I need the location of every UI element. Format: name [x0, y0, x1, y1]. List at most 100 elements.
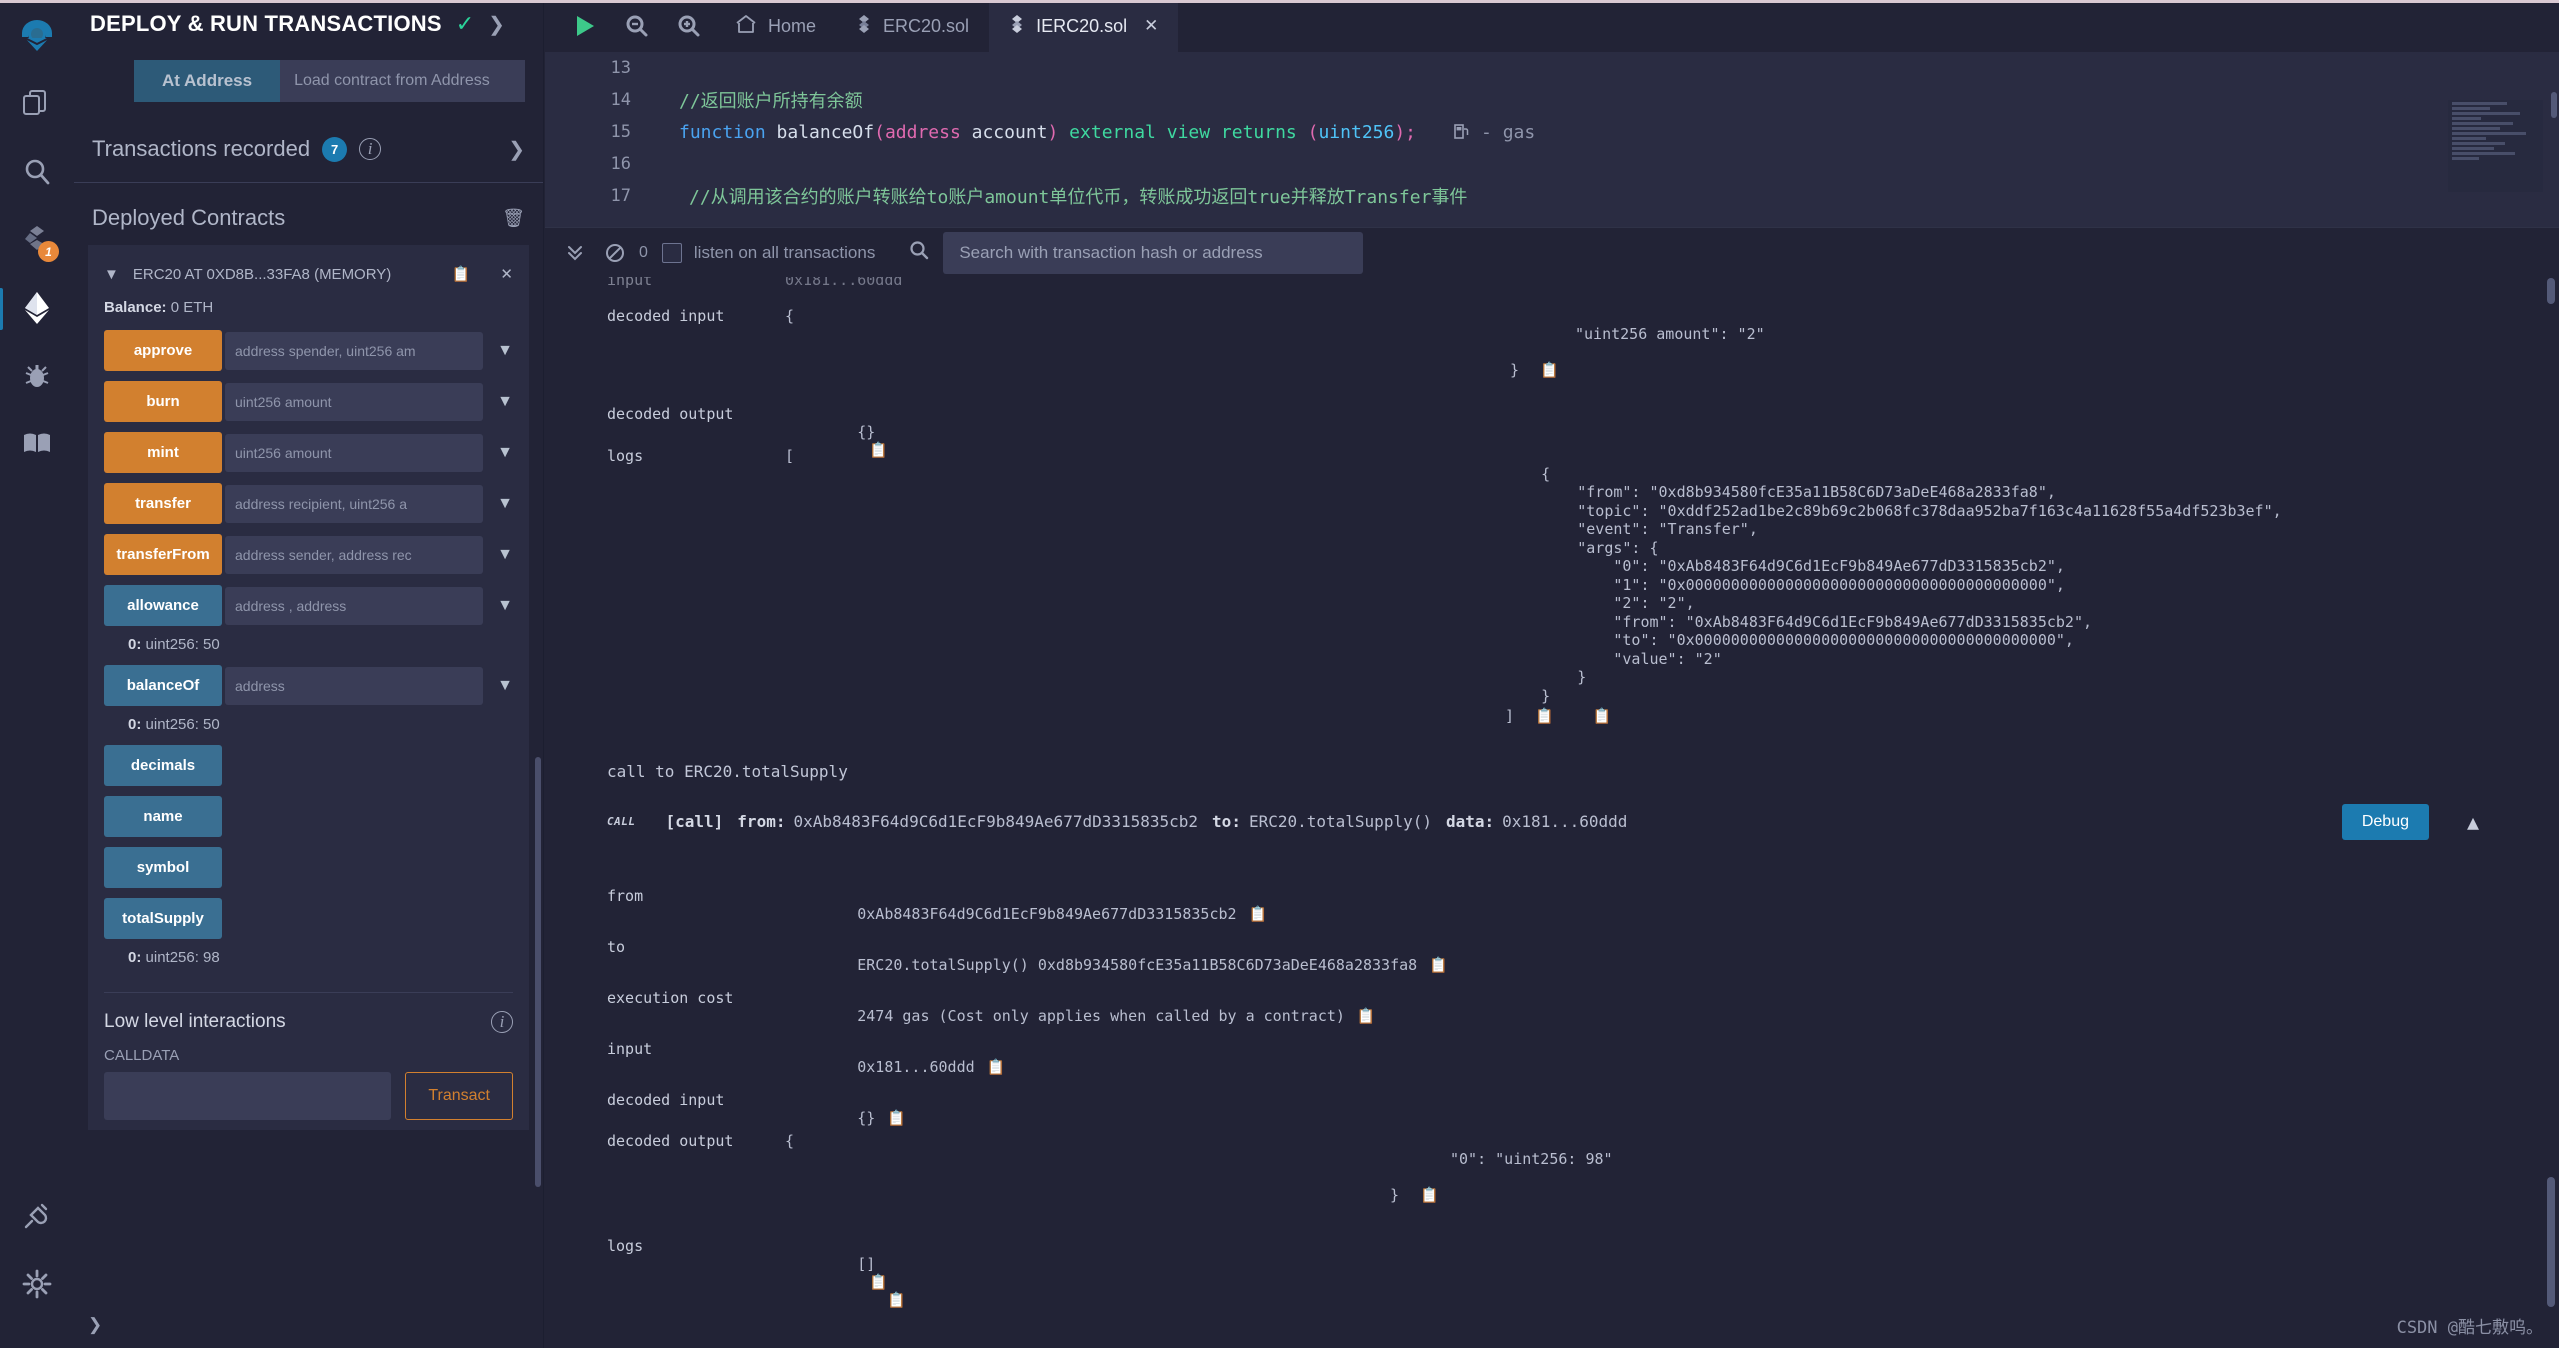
burn-button[interactable]: burn — [104, 381, 222, 422]
balanceof-expand-icon[interactable]: ▼ — [497, 677, 513, 695]
play-icon[interactable] — [559, 0, 611, 52]
solidity-compiler-icon[interactable]: 1 — [11, 214, 63, 266]
solidity-icon — [856, 14, 872, 39]
transactions-recorded-row[interactable]: Transactions recorded 7 i ❯ — [74, 120, 543, 183]
info-icon[interactable]: i — [359, 138, 382, 160]
function-row-mint: mint ▼ — [88, 432, 529, 483]
allowance-expand-icon[interactable]: ▼ — [497, 597, 513, 615]
tx1-decoded-output-row: decoded output {} 📋 — [545, 405, 888, 477]
debugger-icon[interactable] — [11, 350, 63, 402]
burn-expand-icon[interactable]: ▼ — [497, 393, 513, 411]
file-explorer-icon[interactable] — [11, 78, 63, 130]
panel-expand-icon[interactable]: ❯ — [88, 1315, 102, 1335]
allowance-button[interactable]: allowance — [104, 585, 222, 626]
copy-icon[interactable]: 📋 — [1420, 1186, 1439, 1204]
transferfrom-input[interactable] — [225, 535, 483, 574]
transfer-button[interactable]: transfer — [104, 483, 222, 524]
transferfrom-expand-icon[interactable]: ▼ — [497, 546, 513, 564]
allowance-result-index: 0: — [128, 636, 142, 653]
call-tag: CALL — [607, 815, 636, 828]
debug-button[interactable]: Debug — [2341, 803, 2429, 840]
terminal-scrollbar-top[interactable] — [2547, 278, 2555, 304]
zoom-out-icon[interactable] — [611, 0, 663, 52]
approve-button[interactable]: approve — [104, 330, 222, 371]
transact-button[interactable]: Transact — [405, 1072, 513, 1120]
copy-icon[interactable]: 📋 — [869, 441, 888, 459]
editor-lines: 13 14 //返回账户所持有余额 15 function balanceOf(… — [545, 52, 2559, 212]
decimals-button[interactable]: decimals — [104, 745, 222, 786]
listen-all-transactions-checkbox[interactable] — [661, 242, 682, 263]
code-editor[interactable]: 13 14 //返回账户所持有余额 15 function balanceOf(… — [545, 52, 2559, 227]
terminal-toolbar: 0 listen on all transactions — [545, 227, 2559, 277]
editor-scrollbar[interactable] — [2551, 92, 2557, 118]
double-chevron-down-icon[interactable] — [555, 233, 595, 273]
chevron-down-icon[interactable]: ▼ — [104, 266, 119, 283]
mint-button[interactable]: mint — [104, 432, 222, 473]
tx1-decoded-input-entry: "uint256 amount": "2" — [1575, 325, 1765, 343]
burn-input[interactable] — [225, 382, 483, 421]
row-key: execution cost — [607, 989, 734, 1007]
transfer-input[interactable] — [225, 484, 483, 523]
no-entry-icon[interactable] — [595, 233, 635, 273]
copy-icon[interactable]: 📋 — [987, 1058, 1006, 1076]
mint-expand-icon[interactable]: ▼ — [497, 444, 513, 462]
allowance-input[interactable] — [225, 586, 483, 625]
tab-ierc20-sol[interactable]: IERC20.sol ✕ — [989, 0, 1179, 52]
tab-home[interactable]: Home — [715, 0, 836, 52]
trash-icon[interactable]: 🗑 — [502, 208, 525, 229]
search-icon[interactable] — [11, 146, 63, 198]
approve-input[interactable] — [225, 331, 483, 370]
balanceof-button[interactable]: balanceOf — [104, 665, 222, 706]
panel-scrollbar[interactable] — [535, 757, 541, 1187]
name-button[interactable]: name — [104, 796, 222, 837]
balanceof-input[interactable] — [225, 666, 483, 705]
plugin-plug-icon[interactable] — [11, 1190, 63, 1242]
calldata-input[interactable] — [104, 1072, 392, 1120]
expand-chevron-icon[interactable]: ❯ — [508, 137, 525, 162]
panel-scroll-area[interactable]: ▼ ERC20 AT 0XD8B...33FA8 (MEMORY) 📋 ✕ Ba… — [74, 245, 543, 1302]
copy-icon[interactable]: 📋 — [1429, 956, 1448, 974]
terminal-scrollbar[interactable] — [2547, 1177, 2555, 1307]
row-key: logs — [607, 447, 644, 465]
at-address-input[interactable] — [280, 60, 525, 102]
editor-minimap[interactable] — [2448, 100, 2543, 192]
copy-icon[interactable]: 📋 — [1535, 707, 1554, 725]
transfer-expand-icon[interactable]: ▼ — [497, 495, 513, 513]
terminal-output[interactable]: input 0x181...60ddd decoded input { "uin… — [545, 277, 2559, 1348]
symbol-button[interactable]: symbol — [104, 847, 222, 888]
chevron-up-icon[interactable]: ▲ — [2467, 810, 2479, 834]
plugin-manager-icon[interactable] — [11, 418, 63, 470]
row-value: {} 📋 — [857, 423, 888, 459]
approve-expand-icon[interactable]: ▼ — [497, 342, 513, 360]
copy-icon[interactable]: 📋 — [887, 1109, 906, 1127]
close-icon[interactable]: ✕ — [500, 265, 513, 283]
copy-icon-2[interactable]: 📋 — [887, 1291, 906, 1309]
copy-icon[interactable]: 📋 — [869, 1273, 888, 1291]
row-key: from — [607, 887, 644, 905]
low-level-info-icon[interactable]: i — [491, 1011, 513, 1033]
copy-icon[interactable]: 📋 — [452, 265, 471, 283]
remix-logo-icon[interactable] — [11, 10, 63, 62]
terminal-search-input[interactable] — [943, 231, 1364, 274]
to-label: to: — [1212, 812, 1241, 831]
at-address-button[interactable]: At Address — [134, 60, 281, 102]
zoom-in-icon[interactable] — [663, 0, 715, 52]
copy-icon-2[interactable]: 📋 — [1593, 707, 1612, 725]
copy-icon[interactable]: 📋 — [1540, 361, 1559, 379]
close-icon[interactable]: ✕ — [1144, 16, 1158, 36]
mint-input[interactable] — [225, 433, 483, 472]
deploy-run-icon[interactable] — [0, 282, 63, 334]
tx2-to-row: to ERC20.totalSupply() 0xd8b934580fcE35a… — [545, 938, 1448, 992]
contract-balance: Balance: 0 ETH — [88, 289, 529, 330]
settings-gear-icon[interactable] — [11, 1258, 63, 1310]
totalsupply-button[interactable]: totalSupply — [104, 898, 222, 939]
copy-icon[interactable]: 📋 — [1357, 1007, 1376, 1025]
tx2-header-bar[interactable]: CALL [call] from: 0xAb8483F64d9C6d1EcF9b… — [545, 803, 2559, 840]
tab-erc20-sol[interactable]: ERC20.sol — [836, 0, 989, 52]
contract-card-header[interactable]: ▼ ERC20 AT 0XD8B...33FA8 (MEMORY) 📋 ✕ — [88, 255, 529, 289]
copy-icon[interactable]: 📋 — [1249, 905, 1268, 923]
chevron-right-icon[interactable]: ❯ — [488, 12, 505, 37]
transferfrom-button[interactable]: transferFrom — [104, 534, 222, 575]
tx1-log-entries: "from": "0xd8b934580fcE35a11B58C6D73aDeE… — [1505, 483, 2282, 705]
